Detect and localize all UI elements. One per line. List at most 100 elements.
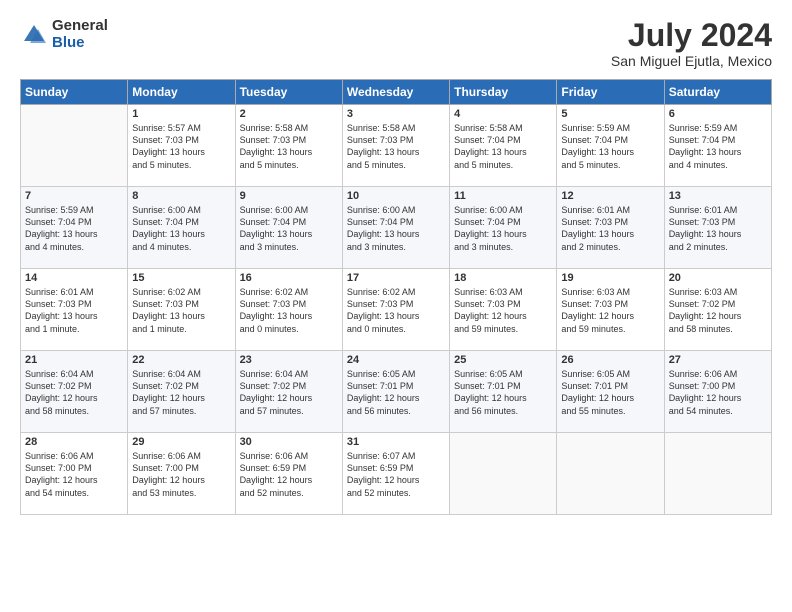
day-number: 16 [240, 272, 338, 284]
day-header-sunday: Sunday [21, 80, 128, 105]
day-info: Sunrise: 6:01 AM Sunset: 7:03 PM Dayligh… [669, 204, 767, 253]
day-info: Sunrise: 6:01 AM Sunset: 7:03 PM Dayligh… [561, 204, 659, 253]
calendar-cell: 21Sunrise: 6:04 AM Sunset: 7:02 PM Dayli… [21, 351, 128, 433]
logo-text: General Blue [52, 18, 108, 51]
day-info: Sunrise: 5:57 AM Sunset: 7:03 PM Dayligh… [132, 122, 230, 171]
day-header-tuesday: Tuesday [235, 80, 342, 105]
day-number: 12 [561, 190, 659, 202]
day-info: Sunrise: 6:05 AM Sunset: 7:01 PM Dayligh… [561, 368, 659, 417]
day-info: Sunrise: 6:03 AM Sunset: 7:03 PM Dayligh… [561, 286, 659, 335]
day-number: 27 [669, 354, 767, 366]
calendar-cell: 11 Sunrise: 6:00 AM Sunset: 7:04 PM Dayli… [450, 187, 557, 269]
calendar-cell: 25 Sunrise: 6:05 AM Sunset: 7:01 PM Dayli… [450, 351, 557, 433]
calendar-cell: 14 Sunrise: 6:01 AM Sunset: 7:03 PM Dayli… [21, 269, 128, 351]
day-number: 28 [25, 436, 123, 448]
day-number: 30 [240, 436, 338, 448]
calendar-cell: 24 Sunrise: 6:05 AM Sunset: 7:01 PM Dayli… [342, 351, 449, 433]
calendar-cell: 26Sunrise: 6:05 AM Sunset: 7:01 PM Dayli… [557, 351, 664, 433]
day-number: 17 [347, 272, 445, 284]
day-number: 6 [669, 108, 767, 120]
day-number: 15 [132, 272, 230, 284]
calendar-cell: 1 Sunrise: 5:57 AM Sunset: 7:03 PM Daylig… [128, 105, 235, 187]
calendar-cell: 3 Sunrise: 5:58 AM Sunset: 7:03 PM Daylig… [342, 105, 449, 187]
page: General Blue July 2024 San Miguel Ejutla… [0, 0, 792, 612]
logo-blue-text: Blue [52, 35, 108, 52]
day-info: Sunrise: 6:06 AM Sunset: 7:00 PM Dayligh… [132, 450, 230, 499]
calendar-cell [664, 433, 771, 515]
calendar-cell [450, 433, 557, 515]
day-info: Sunrise: 5:59 AM Sunset: 7:04 PM Dayligh… [25, 204, 123, 253]
day-number: 24 [347, 354, 445, 366]
day-info: Sunrise: 5:58 AM Sunset: 7:04 PM Dayligh… [454, 122, 552, 171]
calendar-cell: 13Sunrise: 6:01 AM Sunset: 7:03 PM Dayli… [664, 187, 771, 269]
calendar-cell: 9Sunrise: 6:00 AM Sunset: 7:04 PM Daylig… [235, 187, 342, 269]
day-info: Sunrise: 6:05 AM Sunset: 7:01 PM Dayligh… [347, 368, 445, 417]
day-number: 25 [454, 354, 552, 366]
calendar-header-row: SundayMondayTuesdayWednesdayThursdayFrid… [21, 80, 772, 105]
calendar-cell: 15 Sunrise: 6:02 AM Sunset: 7:03 PM Dayli… [128, 269, 235, 351]
day-info: Sunrise: 6:07 AM Sunset: 6:59 PM Dayligh… [347, 450, 445, 499]
day-info: Sunrise: 6:00 AM Sunset: 7:04 PM Dayligh… [347, 204, 445, 253]
calendar-cell: 28 Sunrise: 6:06 AM Sunset: 7:00 PM Dayli… [21, 433, 128, 515]
calendar-cell: 30 Sunrise: 6:06 AM Sunset: 6:59 PM Dayli… [235, 433, 342, 515]
day-number: 21 [25, 354, 123, 366]
day-number: 14 [25, 272, 123, 284]
day-number: 11 [454, 190, 552, 202]
calendar-cell: 2 Sunrise: 5:58 AM Sunset: 7:03 PM Daylig… [235, 105, 342, 187]
day-number: 5 [561, 108, 659, 120]
day-number: 19 [561, 272, 659, 284]
calendar-cell: 12 Sunrise: 6:01 AM Sunset: 7:03 PM Dayli… [557, 187, 664, 269]
day-info: Sunrise: 6:03 AM Sunset: 7:02 PM Dayligh… [669, 286, 767, 335]
day-number: 18 [454, 272, 552, 284]
day-number: 7 [25, 190, 123, 202]
calendar-cell: 31 Sunrise: 6:07 AM Sunset: 6:59 PM Dayli… [342, 433, 449, 515]
day-number: 29 [132, 436, 230, 448]
calendar-cell: 5 Sunrise: 5:59 AM Sunset: 7:04 PM Daylig… [557, 105, 664, 187]
calendar-cell: 7 Sunrise: 5:59 AM Sunset: 7:04 PM Daylig… [21, 187, 128, 269]
calendar-week-row: 14 Sunrise: 6:01 AM Sunset: 7:03 PM Dayli… [21, 269, 772, 351]
calendar-week-row: 21Sunrise: 6:04 AM Sunset: 7:02 PM Dayli… [21, 351, 772, 433]
calendar-cell: 19 Sunrise: 6:03 AM Sunset: 7:03 PM Dayli… [557, 269, 664, 351]
calendar-table: SundayMondayTuesdayWednesdayThursdayFrid… [20, 79, 772, 515]
day-header-wednesday: Wednesday [342, 80, 449, 105]
day-info: Sunrise: 6:02 AM Sunset: 7:03 PM Dayligh… [132, 286, 230, 335]
calendar-week-row: 28 Sunrise: 6:06 AM Sunset: 7:00 PM Dayli… [21, 433, 772, 515]
day-info: Sunrise: 6:00 AM Sunset: 7:04 PM Dayligh… [132, 204, 230, 253]
calendar-cell: 6 Sunrise: 5:59 AM Sunset: 7:04 PM Daylig… [664, 105, 771, 187]
day-info: Sunrise: 6:03 AM Sunset: 7:03 PM Dayligh… [454, 286, 552, 335]
day-info: Sunrise: 6:06 AM Sunset: 6:59 PM Dayligh… [240, 450, 338, 499]
day-info: Sunrise: 5:58 AM Sunset: 7:03 PM Dayligh… [240, 122, 338, 171]
month-year-title: July 2024 [611, 18, 772, 53]
calendar-cell: 8Sunrise: 6:00 AM Sunset: 7:04 PM Daylig… [128, 187, 235, 269]
day-number: 9 [240, 190, 338, 202]
day-info: Sunrise: 6:02 AM Sunset: 7:03 PM Dayligh… [240, 286, 338, 335]
calendar-cell: 17Sunrise: 6:02 AM Sunset: 7:03 PM Dayli… [342, 269, 449, 351]
calendar-week-row: 7 Sunrise: 5:59 AM Sunset: 7:04 PM Daylig… [21, 187, 772, 269]
day-info: Sunrise: 5:59 AM Sunset: 7:04 PM Dayligh… [669, 122, 767, 171]
day-number: 1 [132, 108, 230, 120]
day-info: Sunrise: 6:00 AM Sunset: 7:04 PM Dayligh… [454, 204, 552, 253]
calendar-cell: 16 Sunrise: 6:02 AM Sunset: 7:03 PM Dayli… [235, 269, 342, 351]
calendar-cell [21, 105, 128, 187]
day-info: Sunrise: 6:05 AM Sunset: 7:01 PM Dayligh… [454, 368, 552, 417]
header: General Blue July 2024 San Miguel Ejutla… [20, 18, 772, 69]
calendar-cell: 20 Sunrise: 6:03 AM Sunset: 7:02 PM Dayli… [664, 269, 771, 351]
day-info: Sunrise: 6:06 AM Sunset: 7:00 PM Dayligh… [25, 450, 123, 499]
day-number: 3 [347, 108, 445, 120]
day-number: 20 [669, 272, 767, 284]
day-header-friday: Friday [557, 80, 664, 105]
calendar-cell: 4Sunrise: 5:58 AM Sunset: 7:04 PM Daylig… [450, 105, 557, 187]
day-number: 31 [347, 436, 445, 448]
day-number: 2 [240, 108, 338, 120]
day-number: 10 [347, 190, 445, 202]
day-info: Sunrise: 5:59 AM Sunset: 7:04 PM Dayligh… [561, 122, 659, 171]
day-info: Sunrise: 6:01 AM Sunset: 7:03 PM Dayligh… [25, 286, 123, 335]
day-info: Sunrise: 5:58 AM Sunset: 7:03 PM Dayligh… [347, 122, 445, 171]
calendar-week-row: 1 Sunrise: 5:57 AM Sunset: 7:03 PM Daylig… [21, 105, 772, 187]
calendar-cell: 18 Sunrise: 6:03 AM Sunset: 7:03 PM Dayli… [450, 269, 557, 351]
day-header-monday: Monday [128, 80, 235, 105]
day-number: 23 [240, 354, 338, 366]
calendar-cell: 10 Sunrise: 6:00 AM Sunset: 7:04 PM Dayli… [342, 187, 449, 269]
day-header-thursday: Thursday [450, 80, 557, 105]
day-info: Sunrise: 6:06 AM Sunset: 7:00 PM Dayligh… [669, 368, 767, 417]
